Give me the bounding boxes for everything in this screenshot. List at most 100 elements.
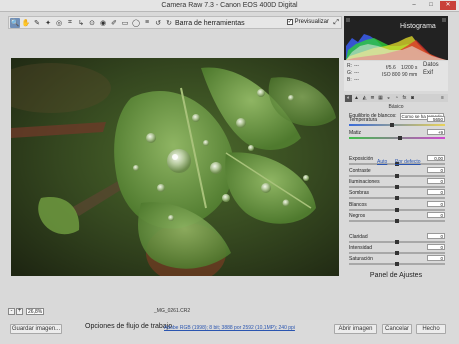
iso-value: ISO 800 bbox=[382, 72, 401, 78]
sombras-slider-thumb[interactable] bbox=[395, 196, 399, 200]
aperture-value: f/5.6 bbox=[386, 65, 396, 71]
saturacion-label: Saturación bbox=[349, 256, 373, 262]
preview-label: Previsualizar bbox=[294, 19, 329, 25]
window-title: Camera Raw 7.3 - Canon EOS 400D Digital bbox=[161, 2, 298, 9]
exposicion-label: Exposición bbox=[349, 156, 374, 162]
intensidad-slider[interactable] bbox=[349, 251, 445, 255]
color-sampler-tool-icon[interactable]: ✦ bbox=[43, 18, 53, 28]
crop-tool-icon[interactable]: ⌗ bbox=[65, 18, 75, 28]
target-adjust-tool-icon[interactable]: ◎ bbox=[54, 18, 64, 28]
contraste-slider-thumb[interactable] bbox=[395, 174, 399, 178]
right-panel: Histograma R: --- G: --- B: --- f/5.6 1/… bbox=[344, 16, 448, 316]
default-link[interactable]: Por defecto bbox=[395, 159, 421, 165]
matiz-slider-thumb[interactable] bbox=[397, 136, 402, 140]
sombras-label: Sombras bbox=[349, 190, 370, 196]
zoom-in-button[interactable]: + bbox=[16, 308, 23, 315]
hand-tool-icon[interactable]: ✋ bbox=[21, 18, 31, 28]
spot-removal-tool-icon[interactable]: ⊙ bbox=[87, 18, 97, 28]
preferences-icon[interactable]: ≡ bbox=[142, 18, 152, 28]
maximize-button[interactable]: □ bbox=[423, 1, 439, 10]
window-titlebar: Camera Raw 7.3 - Canon EOS 400D Digital … bbox=[0, 0, 459, 12]
sombras-slider[interactable] bbox=[349, 196, 445, 200]
intensidad-slider-thumb[interactable] bbox=[395, 251, 399, 255]
iluminaciones-slider-thumb[interactable] bbox=[395, 185, 399, 189]
claridad-slider[interactable] bbox=[349, 240, 445, 244]
tab-lens-corrections-icon[interactable]: ◒ bbox=[385, 95, 392, 102]
blancos-slider-thumb[interactable] bbox=[395, 208, 399, 212]
open-image-button[interactable]: Abrir imagen bbox=[334, 324, 377, 334]
sombras-value[interactable]: 0 bbox=[427, 189, 445, 195]
intensidad-value[interactable]: 0 bbox=[427, 244, 445, 250]
matiz-value[interactable]: +9 bbox=[427, 129, 445, 135]
negros-slider-thumb[interactable] bbox=[395, 219, 399, 223]
rotate-cw-icon[interactable]: ↻ bbox=[164, 18, 174, 28]
white-balance-tool-icon[interactable]: ✎ bbox=[32, 18, 42, 28]
contraste-value[interactable]: 0 bbox=[427, 167, 445, 173]
zoom-level-select[interactable]: 26,8% bbox=[26, 308, 44, 315]
zoom-tool-icon[interactable]: 🔍 bbox=[10, 17, 20, 28]
contraste-label: Contraste bbox=[349, 168, 371, 174]
blancos-value[interactable]: 0 bbox=[427, 201, 445, 207]
toolbar: 🔍 ✋ ✎ ✦ ◎ ⌗ ↳ ⊙ ◉ ✐ ▭ ◯ ≡ ↺ ↻ Barra de h… bbox=[8, 16, 342, 29]
exposicion-value[interactable]: 0,00 bbox=[427, 155, 445, 161]
contraste-slider[interactable] bbox=[349, 174, 445, 178]
saturacion-slider[interactable] bbox=[349, 262, 445, 266]
saturacion-slider-thumb[interactable] bbox=[395, 262, 399, 266]
tab-effects-icon[interactable]: ◔ bbox=[393, 95, 400, 102]
adjustment-brush-tool-icon[interactable]: ✐ bbox=[109, 18, 119, 28]
panel-ajustes-label: Panel de Ajustes bbox=[369, 272, 423, 279]
tab-basic-icon[interactable]: ◐ bbox=[345, 94, 352, 102]
preview-checkbox[interactable]: ✓ bbox=[286, 19, 293, 25]
claridad-label: Claridad bbox=[349, 234, 368, 240]
temperatura-slider-thumb[interactable] bbox=[390, 123, 395, 127]
temperatura-label: Temperatura bbox=[349, 117, 378, 123]
bottom-bar: Guardar imagen... Opciones de flujo de t… bbox=[0, 320, 459, 344]
tab-detail-icon[interactable]: ◭ bbox=[361, 95, 368, 102]
cancel-button[interactable]: Cancelar bbox=[382, 324, 412, 334]
rotate-ccw-icon[interactable]: ↺ bbox=[153, 18, 163, 28]
tab-split-toning-icon[interactable]: ▦ bbox=[377, 95, 384, 102]
workflow-options-label: Opciones de flujo de trabajo bbox=[85, 323, 173, 330]
blancos-slider[interactable] bbox=[349, 208, 445, 212]
matiz-label: Matiz bbox=[349, 130, 361, 136]
close-button[interactable]: ✕ bbox=[440, 1, 456, 10]
zoom-bar: - + 26,8% _MG_0261.CR2 bbox=[8, 307, 342, 316]
r-label: R: bbox=[347, 63, 352, 69]
iluminaciones-value[interactable]: 0 bbox=[427, 178, 445, 184]
temperatura-slider[interactable] bbox=[349, 123, 445, 127]
image-preview[interactable] bbox=[11, 58, 339, 276]
histogram: Histograma bbox=[344, 16, 448, 60]
negros-label: Negros bbox=[349, 213, 366, 219]
radial-filter-tool-icon[interactable]: ◯ bbox=[131, 18, 141, 28]
preview-toggle[interactable]: ✓ Previsualizar bbox=[286, 19, 329, 25]
tab-hsl-icon[interactable]: ≣ bbox=[369, 95, 376, 102]
straighten-tool-icon[interactable]: ↳ bbox=[76, 18, 86, 28]
iluminaciones-slider[interactable] bbox=[349, 185, 445, 189]
panel-menu-icon[interactable]: ≡ bbox=[439, 95, 446, 102]
graduated-filter-tool-icon[interactable]: ▭ bbox=[120, 18, 130, 28]
panel-tabs: ◐ ▲ ◭ ≣ ▦ ◒ ◔ fx ◙ ≡ bbox=[344, 94, 448, 102]
auto-link[interactable]: Auto bbox=[377, 159, 387, 165]
b-label: B: bbox=[347, 77, 352, 83]
tab-tone-curve-icon[interactable]: ▲ bbox=[353, 95, 360, 102]
temperatura-value[interactable]: 5650 bbox=[427, 116, 445, 122]
photo-leaf-with-water-drops bbox=[11, 58, 339, 276]
g-label: G: bbox=[347, 70, 353, 76]
save-image-button[interactable]: Guardar imagen... bbox=[10, 324, 62, 334]
datos-label: Datos bbox=[423, 62, 439, 68]
zoom-out-button[interactable]: - bbox=[8, 308, 15, 315]
matiz-slider[interactable] bbox=[349, 136, 445, 140]
claridad-slider-thumb[interactable] bbox=[395, 240, 399, 244]
section-title-basico: Básico bbox=[388, 104, 404, 110]
fullscreen-icon[interactable]: ⤢ bbox=[333, 19, 339, 27]
workflow-options-link[interactable]: Adobe RGB (1998); 8 bit; 3888 por 2592 (… bbox=[164, 325, 295, 331]
red-eye-tool-icon[interactable]: ◉ bbox=[98, 18, 108, 28]
saturacion-value[interactable]: 0 bbox=[427, 255, 445, 261]
tab-camera-calibration-icon[interactable]: ◙ bbox=[409, 95, 416, 102]
tab-fx-icon[interactable]: fx bbox=[401, 95, 408, 102]
minimize-button[interactable]: – bbox=[406, 1, 422, 10]
negros-slider[interactable] bbox=[349, 219, 445, 223]
negros-value[interactable]: 0 bbox=[427, 212, 445, 218]
done-button[interactable]: Hecho bbox=[416, 324, 446, 334]
claridad-value[interactable]: 0 bbox=[427, 233, 445, 239]
